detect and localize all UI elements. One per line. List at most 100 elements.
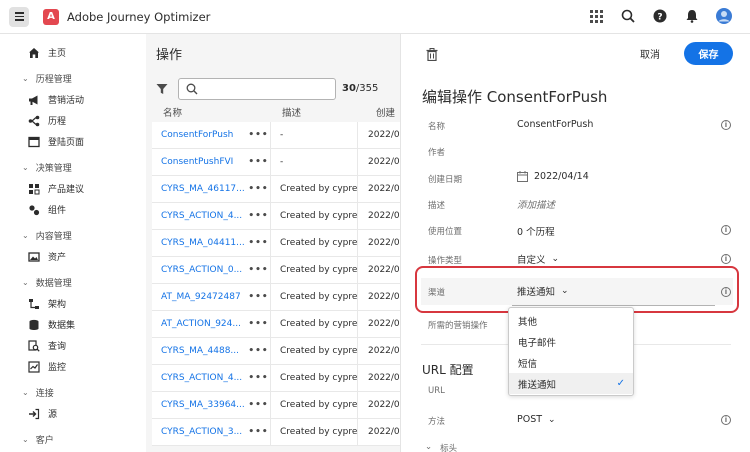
channel-select[interactable]: 推送通知 ⌄ — [517, 284, 569, 298]
more-actions-icon[interactable]: ••• — [247, 311, 271, 337]
usage-value[interactable]: 0 个历程 — [517, 224, 555, 238]
more-actions-icon[interactable]: ••• — [247, 419, 271, 445]
action-name-link[interactable]: CYRS_MA_46117... — [152, 184, 247, 194]
action-name-link[interactable]: ConsentPushFVI — [152, 157, 247, 167]
table-row[interactable]: CYRS_ACTION_0...•••Created by cypress E 2… — [152, 257, 400, 284]
action-name-link[interactable]: CYRS_ACTION_3... — [152, 427, 247, 437]
more-actions-icon[interactable]: ••• — [247, 122, 271, 148]
action-description: Created by cypress E — [271, 365, 358, 391]
action-description: Created by cypress E — [271, 419, 358, 445]
description-input[interactable]: 添加描述 — [517, 197, 555, 211]
sidebar-item-13[interactable]: 查询 — [28, 339, 66, 352]
chevron-down-icon: ⌄ — [22, 231, 29, 240]
bell-icon[interactable] — [684, 8, 700, 24]
help-icon[interactable]: ? — [652, 8, 668, 24]
headers-section[interactable]: ⌄ 标头 — [425, 442, 457, 452]
more-actions-icon[interactable]: ••• — [247, 365, 271, 391]
sidebar-item-label: 登陆页面 — [48, 138, 85, 148]
sidebar-section-17[interactable]: ⌄ 客户 — [22, 433, 54, 446]
sidebar-item-6[interactable]: 产品建议 — [28, 182, 84, 195]
more-actions-icon[interactable]: ••• — [247, 284, 271, 310]
hamburger-menu-icon[interactable] — [9, 6, 29, 27]
action-created-date: 2022/0 — [368, 373, 400, 383]
action-name-link[interactable]: CYRS_MA_33964... — [152, 400, 247, 410]
created-date-label: 创建日期 — [428, 175, 463, 185]
more-actions-icon[interactable]: ••• — [247, 257, 271, 283]
info-icon[interactable]: i — [721, 415, 731, 425]
method-select[interactable]: POST ⌄ — [517, 414, 556, 425]
sidebar-item-14[interactable]: 监控 — [28, 360, 66, 373]
sidebar-item-label: 资产 — [48, 253, 67, 263]
more-actions-icon[interactable]: ••• — [247, 392, 271, 418]
megaphone-icon — [29, 95, 38, 105]
table-row[interactable]: ConsentPushFVI ••• -2022/0 — [152, 149, 400, 176]
info-icon[interactable]: i — [721, 287, 731, 297]
action-created-date: 2022/0 — [368, 130, 400, 140]
more-actions-icon[interactable]: ••• — [247, 176, 271, 202]
name-value[interactable]: ConsentForPush — [517, 119, 593, 130]
sidebar-section-5[interactable]: ⌄ 决策管理 — [22, 161, 72, 174]
table-row[interactable]: ConsentForPush ••• -2022/0 — [152, 122, 400, 149]
sidebar-item-16[interactable]: 源 — [28, 407, 57, 420]
table-row[interactable]: AT_MA_92472487•••Created by cypress M 202… — [152, 284, 400, 311]
search-input[interactable] — [178, 78, 336, 100]
avatar[interactable] — [716, 8, 732, 24]
channel-option[interactable]: 其他 — [509, 310, 633, 331]
more-actions-icon[interactable]: ••• — [247, 230, 271, 256]
delete-icon[interactable] — [426, 48, 438, 64]
action-name-link[interactable]: CYRS_ACTION_4... — [152, 373, 247, 383]
chevron-down-icon: ⌄ — [22, 163, 29, 172]
description-label: 描述 — [428, 201, 446, 211]
action-name-link[interactable]: CYRS_MA_04411... — [152, 238, 247, 248]
url-label: URL — [428, 386, 445, 396]
column-header-name[interactable]: 名称 — [163, 105, 182, 119]
more-actions-icon[interactable]: ••• — [247, 149, 271, 175]
more-actions-icon[interactable]: ••• — [247, 203, 271, 229]
sidebar-item-2[interactable]: 营销活动 — [28, 93, 84, 106]
monitor-icon — [28, 360, 40, 373]
sidebar-item-9[interactable]: 资产 — [28, 250, 66, 263]
column-header-description[interactable]: 描述 — [282, 105, 301, 119]
created-date-value: 2022/04/14 — [517, 171, 589, 182]
search-icon[interactable] — [620, 8, 636, 24]
info-icon[interactable]: i — [721, 254, 731, 264]
dataset-icon — [29, 319, 39, 330]
sidebar-item-7[interactable]: 组件 — [28, 203, 66, 216]
channel-option[interactable]: 短信 — [509, 352, 633, 373]
info-icon[interactable]: i — [721, 120, 731, 130]
table-row[interactable]: AT_ACTION_924...•••Created by cypress E 2… — [152, 311, 400, 338]
table-row[interactable]: CYRS_MA_04411...•••Created by cypress M 2… — [152, 230, 400, 257]
sidebar-item-11[interactable]: 架构 — [28, 297, 66, 310]
action-name-link[interactable]: ConsentForPush — [152, 130, 247, 140]
cancel-button[interactable]: 取消 — [640, 46, 660, 61]
action-created-date: 2022/0 — [368, 427, 400, 437]
action-name-link[interactable]: CYRS_ACTION_0... — [152, 265, 247, 275]
sidebar-section-10[interactable]: ⌄ 数据管理 — [22, 276, 72, 289]
action-name-link[interactable]: CYRS_MA_4488... — [152, 346, 247, 356]
action-name-link[interactable]: CYRS_ACTION_4... — [152, 211, 247, 221]
table-row[interactable]: CYRS_MA_46117...•••Created by cypress M 2… — [152, 176, 400, 203]
sidebar-section-8[interactable]: ⌄ 内容管理 — [22, 229, 72, 242]
sidebar-item-12[interactable]: 数据集 — [28, 318, 75, 331]
channel-option[interactable]: 推送通知 ✓ — [509, 373, 633, 394]
channel-option[interactable]: 电子邮件 — [509, 331, 633, 352]
more-actions-icon[interactable]: ••• — [247, 338, 271, 364]
table-row[interactable]: CYRS_ACTION_4...•••Created by cypress E 2… — [152, 365, 400, 392]
table-row[interactable]: CYRS_ACTION_4...•••Created by cypress E 2… — [152, 203, 400, 230]
save-button[interactable]: 保存 — [684, 42, 733, 65]
sidebar-section-15[interactable]: ⌄ 连接 — [22, 386, 54, 399]
sidebar-item-0[interactable]: 主页 — [28, 46, 66, 59]
sidebar-item-4[interactable]: 登陆页面 — [28, 135, 84, 148]
filter-icon[interactable] — [156, 83, 168, 98]
table-row[interactable]: CYRS_ACTION_3...•••Created by cypress E 2… — [152, 419, 400, 446]
app-title: Adobe Journey Optimizer — [67, 9, 211, 24]
sidebar-item-3[interactable]: 历程 — [28, 114, 66, 127]
action-name-link[interactable]: AT_MA_92472487 — [152, 292, 247, 302]
action-name-link[interactable]: AT_ACTION_924... — [152, 319, 247, 329]
sidebar-section-1[interactable]: ⌄ 历程管理 — [22, 72, 72, 85]
table-row[interactable]: CYRS_MA_33964...•••Created by cypress M 2… — [152, 392, 400, 419]
table-row[interactable]: CYRS_MA_4488...•••Created by cypress M 20… — [152, 338, 400, 365]
action-type-select[interactable]: 自定义 ⌄ — [517, 252, 559, 266]
info-icon[interactable]: i — [721, 225, 731, 235]
apps-grid-icon[interactable] — [588, 8, 604, 24]
